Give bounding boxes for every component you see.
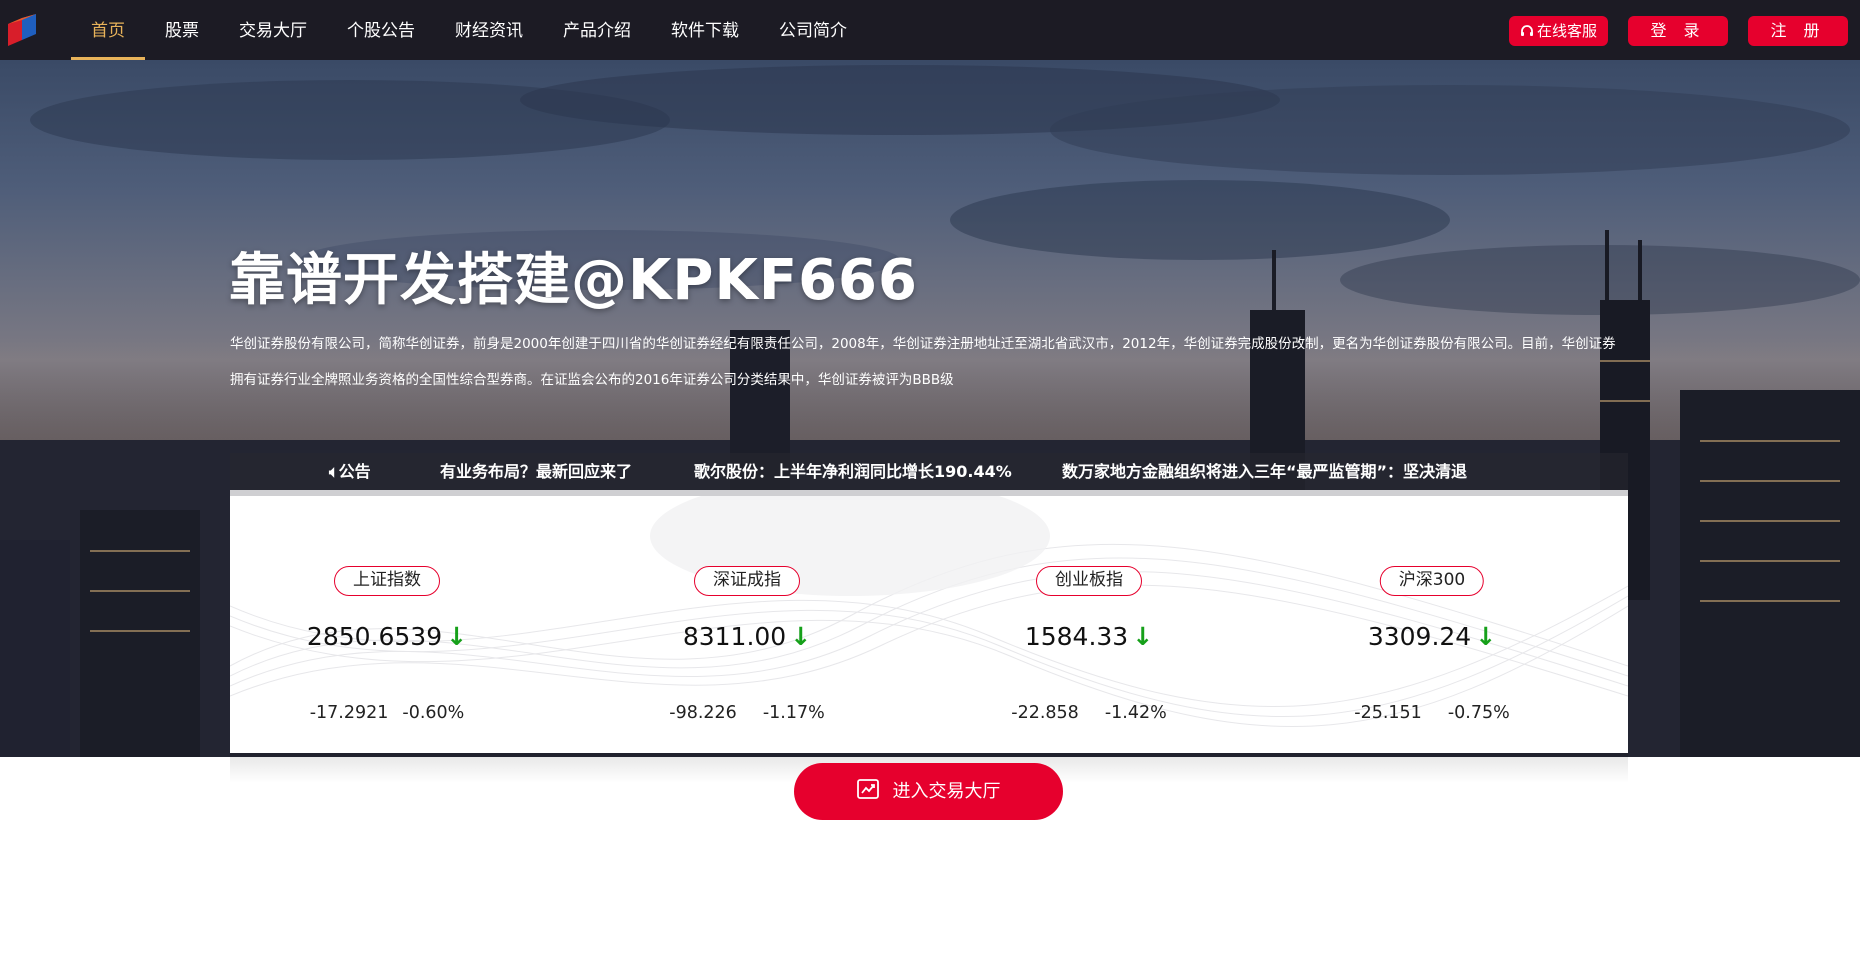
online-service-label: 在线客服: [1536, 22, 1597, 40]
index-card-shanghai[interactable]: 上证指数 2850.6539 ↓ -17.2921 -0.60%: [267, 496, 507, 753]
speaker-icon: 🔈︎: [329, 462, 339, 481]
index-price: 1584.33 ↓: [1025, 622, 1153, 651]
index-name: 创业板指: [1036, 566, 1142, 596]
hero-description: 华创证券股份有限公司，简称华创证券，前身是2000年创建于四川省的华创证券经纪有…: [230, 336, 1616, 388]
change-value: -98.226: [669, 703, 737, 723]
login-button[interactable]: 登 录: [1628, 16, 1728, 46]
ticker-item[interactable]: 数万家地方金融组织将进入三年“最严监管期”：坚决清退: [1062, 453, 1467, 490]
ticker-label: 🔈︎公告: [329, 453, 371, 490]
nav-stock-announcements[interactable]: 个股公告: [327, 0, 435, 60]
index-card-csi300[interactable]: 沪深300 3309.24 ↓ -25.151 -0.75%: [1312, 496, 1552, 753]
index-card-shenzhen[interactable]: 深证成指 8311.00 ↓ -98.226 -1.17%: [627, 496, 867, 753]
price-value: 8311.00: [682, 622, 787, 651]
ticker-item[interactable]: 有业务布局？最新回应来了: [440, 453, 632, 490]
down-arrow-icon: ↓: [790, 622, 812, 651]
ticker-item[interactable]: 歌尔股份：上半年净利润同比增长190.44%: [694, 453, 1012, 490]
headset-icon: [1520, 24, 1533, 36]
ticker-label-text: 公告: [338, 462, 371, 481]
index-change: -17.2921 -0.60%: [310, 703, 465, 723]
price-value: 2850.6539: [306, 622, 443, 651]
change-percent: -1.17%: [762, 703, 825, 723]
nav-finance-news[interactable]: 财经资讯: [435, 0, 543, 60]
change-percent: -1.42%: [1104, 703, 1167, 723]
enter-trading-hall-button[interactable]: 进入交易大厅: [794, 763, 1063, 820]
price-value: 3309.24: [1367, 622, 1472, 651]
logo-icon[interactable]: [6, 14, 38, 46]
index-name: 沪深300: [1379, 566, 1485, 596]
down-arrow-icon: ↓: [1475, 622, 1497, 651]
index-change: -98.226 -1.17%: [669, 703, 824, 723]
change-value: -25.151: [1354, 703, 1422, 723]
index-card-chinext[interactable]: 创业板指 1584.33 ↓ -22.858 -1.42%: [969, 496, 1209, 753]
nav-stocks[interactable]: 股票: [145, 0, 219, 60]
online-service-button[interactable]: 在线客服: [1509, 16, 1608, 46]
main-menu: 首页 股票 交易大厅 个股公告 财经资讯 产品介绍 软件下载 公司简介: [71, 0, 867, 60]
cta-label: 进入交易大厅: [892, 781, 1001, 802]
change-value: -22.858: [1011, 703, 1079, 723]
index-change: -22.858 -1.42%: [1011, 703, 1166, 723]
down-arrow-icon: ↓: [446, 622, 468, 651]
change-percent: -0.60%: [402, 703, 465, 723]
index-price: 3309.24 ↓: [1368, 622, 1496, 651]
index-price: 8311.00 ↓: [683, 622, 811, 651]
index-change: -25.151 -0.75%: [1354, 703, 1509, 723]
hero-title: 靠谱开发搭建@KPKF666: [229, 248, 918, 313]
chart-trend-icon: [856, 779, 879, 799]
top-navbar: 首页 股票 交易大厅 个股公告 财经资讯 产品介绍 软件下载 公司简介 在线客服…: [0, 0, 1860, 60]
index-price: 2850.6539 ↓: [307, 622, 467, 651]
change-value: -17.2921: [309, 703, 389, 723]
nav-company-profile[interactable]: 公司简介: [759, 0, 867, 60]
nav-trading-hall[interactable]: 交易大厅: [219, 0, 327, 60]
nav-software-download[interactable]: 软件下载: [651, 0, 759, 60]
register-button[interactable]: 注 册: [1748, 16, 1848, 46]
price-value: 1584.33: [1024, 622, 1129, 651]
down-arrow-icon: ↓: [1132, 622, 1154, 651]
index-name: 深证成指: [694, 566, 800, 596]
nav-home[interactable]: 首页: [71, 0, 145, 60]
announcement-ticker: 🔈︎公告 有业务布局？最新回应来了 歌尔股份：上半年净利润同比增长190.44%…: [230, 453, 1628, 490]
change-percent: -0.75%: [1447, 703, 1510, 723]
index-name: 上证指数: [334, 566, 440, 596]
market-index-panel: 上证指数 2850.6539 ↓ -17.2921 -0.60% 深证成指 8311…: [230, 490, 1628, 753]
nav-products[interactable]: 产品介绍: [543, 0, 651, 60]
